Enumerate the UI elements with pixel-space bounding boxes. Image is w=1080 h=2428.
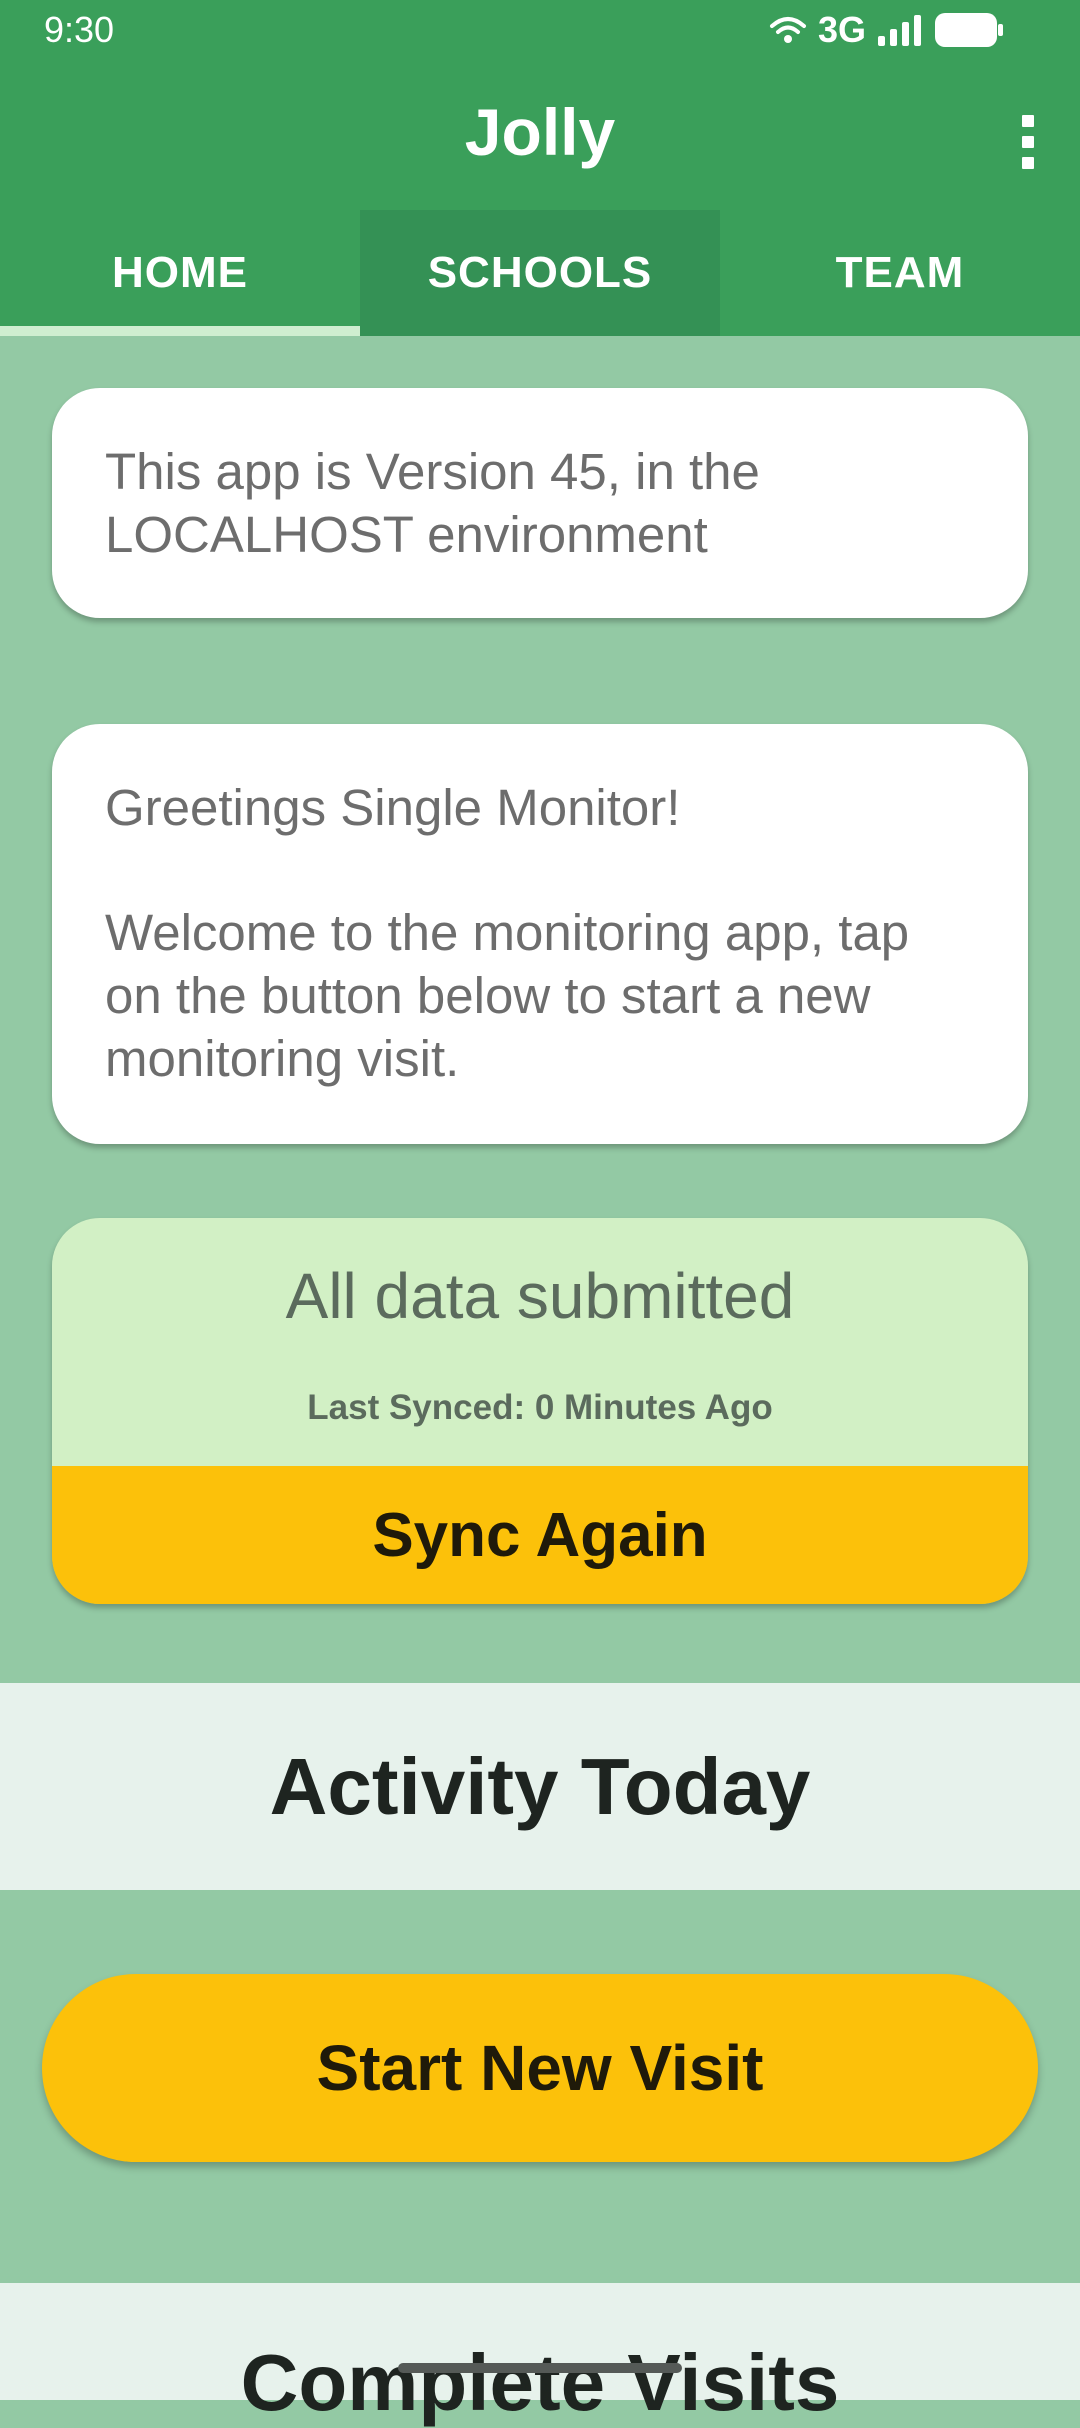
status-bar: 9:30 3G	[0, 0, 1080, 62]
status-icons: 3G	[768, 10, 1004, 50]
active-tab-indicator	[0, 326, 360, 336]
tab-schools-label: SCHOOLS	[427, 248, 653, 297]
sync-again-button[interactable]: Sync Again	[52, 1466, 1028, 1604]
battery-icon	[935, 13, 1003, 47]
tab-bar: HOME SCHOOLS TEAM	[0, 210, 1080, 336]
more-options-button[interactable]	[998, 102, 1058, 182]
activity-today-title: Activity Today	[269, 1741, 811, 1831]
app-bar: Jolly	[0, 62, 1080, 210]
greeting-text: Greetings Single Monitor!	[105, 779, 681, 836]
welcome-message: Welcome to the monitoring app, tap on th…	[105, 904, 910, 1087]
wifi-icon	[769, 17, 806, 43]
network-type-label: 3G	[817, 9, 866, 50]
tab-team[interactable]: TEAM	[720, 210, 1080, 336]
activity-today-header: Activity Today	[0, 1683, 1080, 1890]
tab-team-label: TEAM	[835, 248, 965, 297]
last-synced-text: Last Synced: 0 Minutes Ago	[307, 1388, 773, 1427]
sync-status-title: All data submitted	[285, 1260, 795, 1332]
sync-status-panel: All data submitted Last Synced: 0 Minute…	[52, 1218, 1028, 1466]
sync-card: All data submitted Last Synced: 0 Minute…	[52, 1218, 1028, 1604]
tab-home-label: HOME	[112, 248, 248, 297]
tab-schools[interactable]: SCHOOLS	[360, 210, 720, 336]
version-card: This app is Version 45, in the LOCALHOST…	[52, 388, 1028, 618]
complete-visits-title: Complete Visits	[240, 2338, 840, 2427]
signal-icon	[878, 15, 921, 46]
gesture-navigation-bar[interactable]	[398, 2363, 682, 2373]
more-vertical-icon	[1022, 115, 1034, 127]
app-title: Jolly	[464, 95, 616, 169]
start-new-visit-button[interactable]: Start New Visit	[42, 1974, 1038, 2162]
complete-visits-header: Complete Visits	[0, 2283, 1080, 2427]
status-time: 9:30	[44, 9, 115, 50]
version-text: This app is Version 45, in the LOCALHOST…	[105, 443, 760, 563]
tab-home[interactable]: HOME	[0, 210, 360, 336]
greeting-card: Greetings Single Monitor! Welcome to the…	[52, 724, 1028, 1144]
